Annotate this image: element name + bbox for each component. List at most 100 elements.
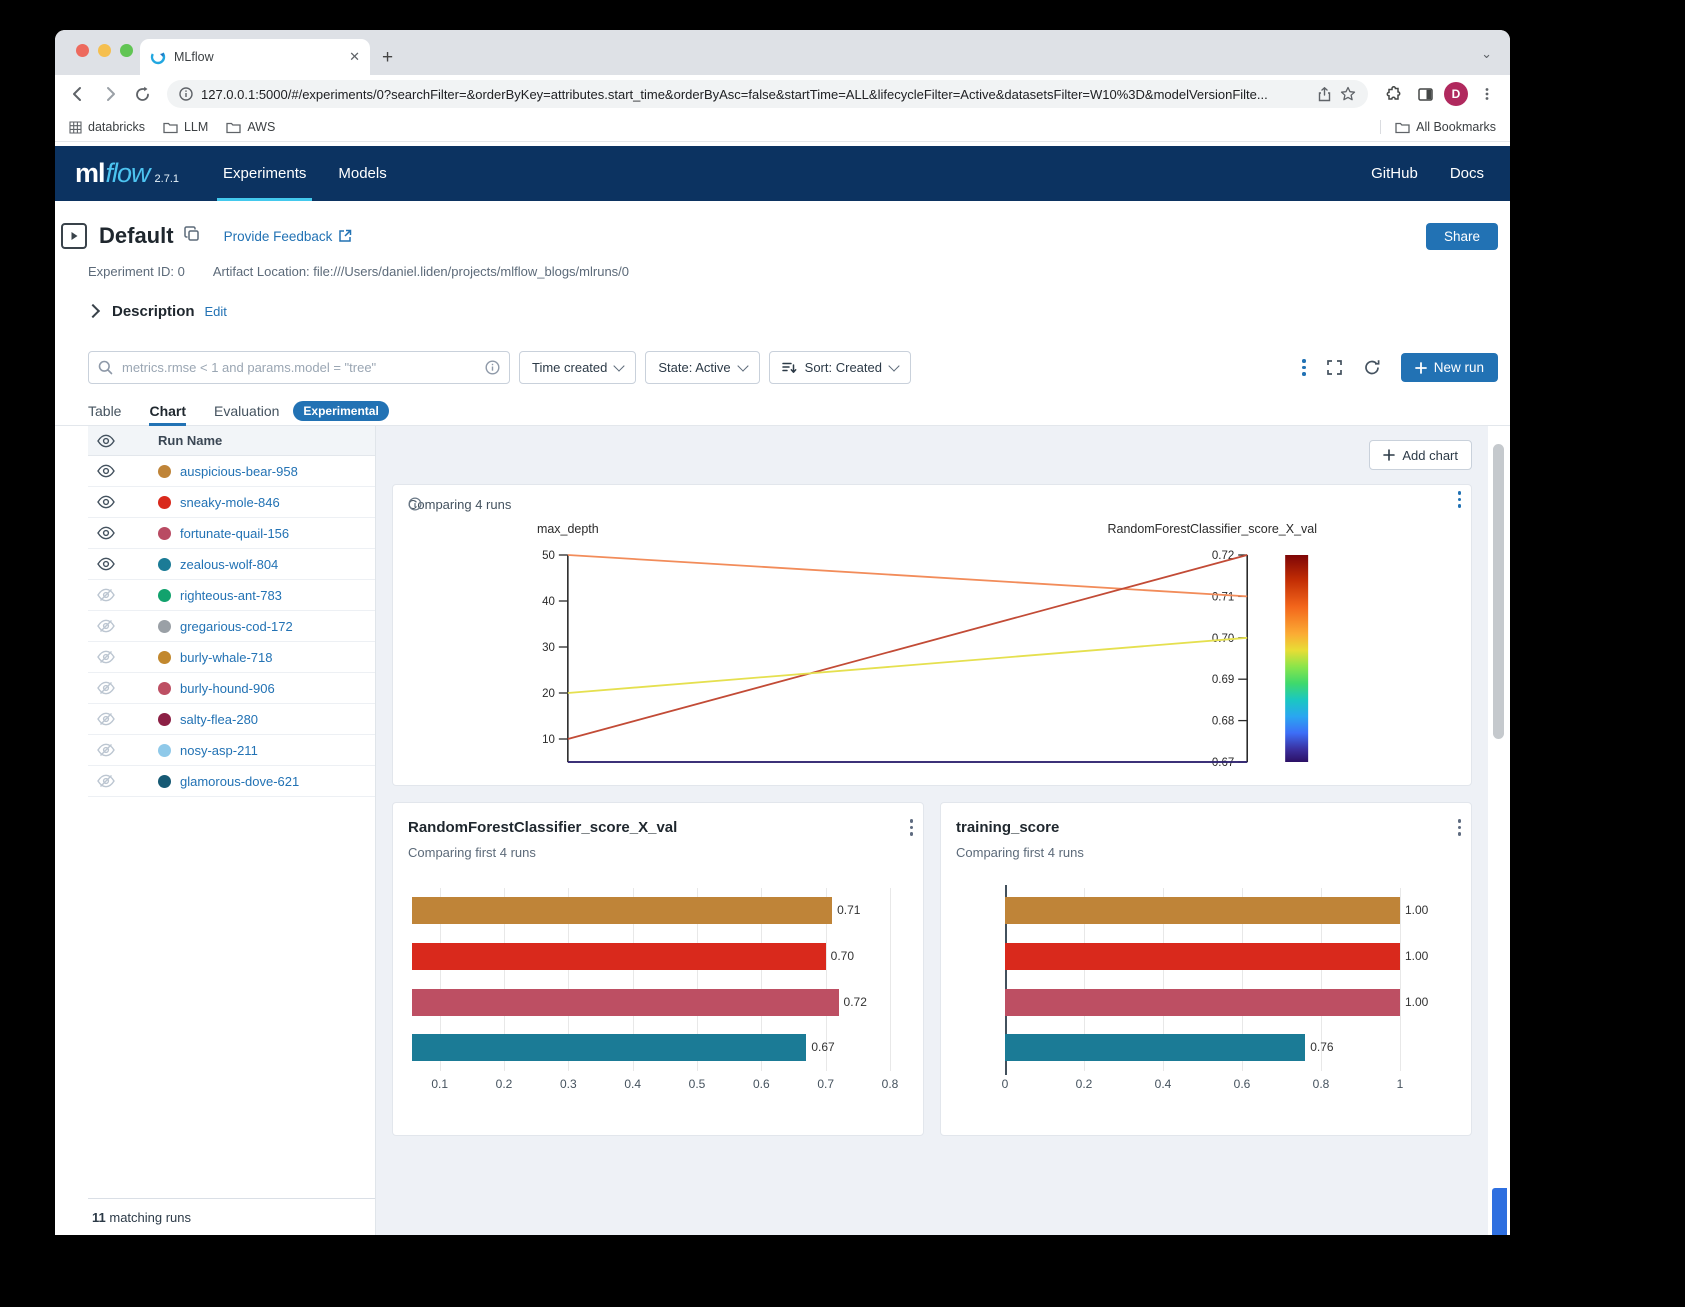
run-name-link[interactable]: zealous-wolf-804 bbox=[180, 557, 278, 572]
expand-sidebar-icon[interactable] bbox=[61, 223, 87, 249]
axis-text: 10 bbox=[542, 734, 555, 746]
all-bookmarks-button[interactable]: All Bookmarks bbox=[1380, 120, 1496, 134]
visibility-off-icon[interactable] bbox=[88, 712, 158, 726]
scrollbar-thumb[interactable] bbox=[1493, 444, 1504, 739]
visibility-off-icon[interactable] bbox=[88, 619, 158, 633]
extensions-icon[interactable] bbox=[1380, 81, 1406, 107]
close-window-button[interactable] bbox=[76, 44, 89, 57]
search-info-icon[interactable] bbox=[485, 360, 500, 375]
provide-feedback-link[interactable]: Provide Feedback bbox=[224, 229, 353, 244]
run-row: sneaky-mole-846 bbox=[88, 487, 375, 518]
x-tick-label: 0.8 bbox=[882, 1077, 899, 1091]
run-name-link[interactable]: burly-hound-906 bbox=[180, 681, 275, 696]
search-input[interactable] bbox=[120, 359, 478, 376]
visibility-on-icon[interactable] bbox=[88, 464, 158, 478]
tab-table[interactable]: Table bbox=[88, 396, 121, 426]
copy-icon[interactable] bbox=[184, 226, 200, 247]
bar-plot: 00.20.40.60.811.001.001.000.76 bbox=[1005, 888, 1400, 1071]
runs-panel: Run Name auspicious-bear-958 sneaky-mole-… bbox=[88, 426, 376, 1235]
bar-zealous-wolf-804 bbox=[412, 1034, 806, 1061]
more-options-icon[interactable] bbox=[1302, 359, 1306, 376]
profile-avatar[interactable]: D bbox=[1444, 82, 1468, 106]
new-tab-button[interactable]: + bbox=[382, 48, 393, 67]
visibility-off-icon[interactable] bbox=[88, 743, 158, 757]
run-color-dot bbox=[158, 558, 171, 571]
bookmark-AWS[interactable]: AWS bbox=[226, 120, 275, 134]
run-color-dot bbox=[158, 496, 171, 509]
axis-text: max_depth bbox=[537, 522, 599, 536]
visibility-off-icon[interactable] bbox=[88, 650, 158, 664]
share-page-icon[interactable] bbox=[1317, 87, 1332, 102]
side-panel-icon[interactable] bbox=[1412, 81, 1438, 107]
bar-value-label: 0.71 bbox=[837, 897, 860, 924]
browser-tab[interactable]: MLflow ✕ bbox=[140, 39, 370, 75]
bar-auspicious-bear-958 bbox=[412, 897, 832, 924]
bookmark-star-icon[interactable] bbox=[1340, 86, 1356, 102]
tab-search-chevron-icon[interactable]: ⌄ bbox=[1481, 46, 1492, 62]
tab-evaluation[interactable]: Evaluation bbox=[214, 396, 279, 426]
reload-icon[interactable] bbox=[129, 81, 155, 107]
toggle-all-visibility-icon[interactable] bbox=[88, 434, 158, 448]
bar-value-label: 1.00 bbox=[1405, 897, 1428, 924]
visibility-off-icon[interactable] bbox=[88, 588, 158, 602]
x-tick-label: 0.2 bbox=[1076, 1077, 1093, 1091]
chart-subtitle: Comparing first 4 runs bbox=[956, 845, 1084, 860]
run-name-link[interactable]: fortunate-quail-156 bbox=[180, 526, 289, 541]
tab-chart[interactable]: Chart bbox=[149, 396, 186, 426]
logo-ml-text: ml bbox=[75, 158, 105, 189]
share-button[interactable]: Share bbox=[1426, 223, 1498, 250]
site-info-icon[interactable] bbox=[179, 87, 193, 101]
nav-models[interactable]: Models bbox=[322, 146, 402, 201]
visibility-on-icon[interactable] bbox=[88, 526, 158, 540]
back-icon[interactable] bbox=[65, 81, 91, 107]
run-name-link[interactable]: burly-whale-718 bbox=[180, 650, 273, 665]
state-dropdown[interactable]: State: Active bbox=[645, 351, 759, 384]
run-name-link[interactable]: righteous-ant-783 bbox=[180, 588, 282, 603]
plus-icon bbox=[1415, 362, 1427, 374]
visibility-off-icon[interactable] bbox=[88, 774, 158, 788]
x-tick-label: 0.4 bbox=[624, 1077, 641, 1091]
nav-github[interactable]: GitHub bbox=[1359, 146, 1430, 201]
browser-menu-icon[interactable] bbox=[1474, 81, 1500, 107]
fullscreen-icon[interactable] bbox=[1326, 359, 1343, 376]
chart-menu-icon[interactable] bbox=[1458, 819, 1462, 836]
run-name-link[interactable]: salty-flea-280 bbox=[180, 712, 258, 727]
forward-icon[interactable] bbox=[97, 81, 123, 107]
sort-dropdown[interactable]: Sort: Created bbox=[769, 351, 911, 384]
tab-close-icon[interactable]: ✕ bbox=[349, 49, 360, 65]
chevron-down-icon bbox=[737, 360, 748, 371]
run-name-column-header: Run Name bbox=[158, 433, 222, 448]
run-name-link[interactable]: glamorous-dove-621 bbox=[180, 774, 299, 789]
zoom-window-button[interactable] bbox=[120, 44, 133, 57]
url-bar[interactable]: 127.0.0.1:5000/#/experiments/0?searchFil… bbox=[167, 80, 1368, 108]
visibility-on-icon[interactable] bbox=[88, 557, 158, 571]
bookmark-databricks[interactable]: databricks bbox=[69, 120, 145, 134]
run-search-box[interactable] bbox=[88, 351, 510, 384]
info-icon[interactable] bbox=[408, 497, 422, 511]
visibility-off-icon[interactable] bbox=[88, 681, 158, 695]
chart-menu-icon[interactable] bbox=[1458, 491, 1462, 508]
chart-menu-icon[interactable] bbox=[910, 819, 914, 836]
new-run-button[interactable]: New run bbox=[1401, 353, 1498, 382]
run-name-link[interactable]: gregarious-cod-172 bbox=[180, 619, 293, 634]
run-name-link[interactable]: sneaky-mole-846 bbox=[180, 495, 280, 510]
time-created-dropdown[interactable]: Time created bbox=[519, 351, 636, 384]
bookmark-LLM[interactable]: LLM bbox=[163, 120, 208, 134]
visibility-on-icon[interactable] bbox=[88, 495, 158, 509]
refresh-icon[interactable] bbox=[1363, 359, 1381, 376]
run-name-link[interactable]: auspicious-bear-958 bbox=[180, 464, 298, 479]
folder-icon bbox=[163, 121, 178, 134]
mlflow-favicon-icon bbox=[150, 49, 166, 65]
expand-description-icon[interactable] bbox=[86, 304, 100, 318]
floating-button[interactable] bbox=[1492, 1188, 1507, 1235]
main-area: Run Name auspicious-bear-958 sneaky-mole-… bbox=[88, 426, 1510, 1235]
run-name-link[interactable]: nosy-asp-211 bbox=[180, 743, 258, 758]
tab-title: MLflow bbox=[174, 50, 341, 64]
mlflow-logo[interactable]: ml flow 2.7.1 bbox=[75, 158, 179, 189]
nav-docs[interactable]: Docs bbox=[1438, 146, 1496, 201]
edit-description-link[interactable]: Edit bbox=[205, 304, 227, 319]
add-chart-button[interactable]: Add chart bbox=[1369, 440, 1472, 470]
minimize-window-button[interactable] bbox=[98, 44, 111, 57]
x-tick-label: 0.3 bbox=[560, 1077, 577, 1091]
nav-experiments[interactable]: Experiments bbox=[207, 146, 322, 201]
